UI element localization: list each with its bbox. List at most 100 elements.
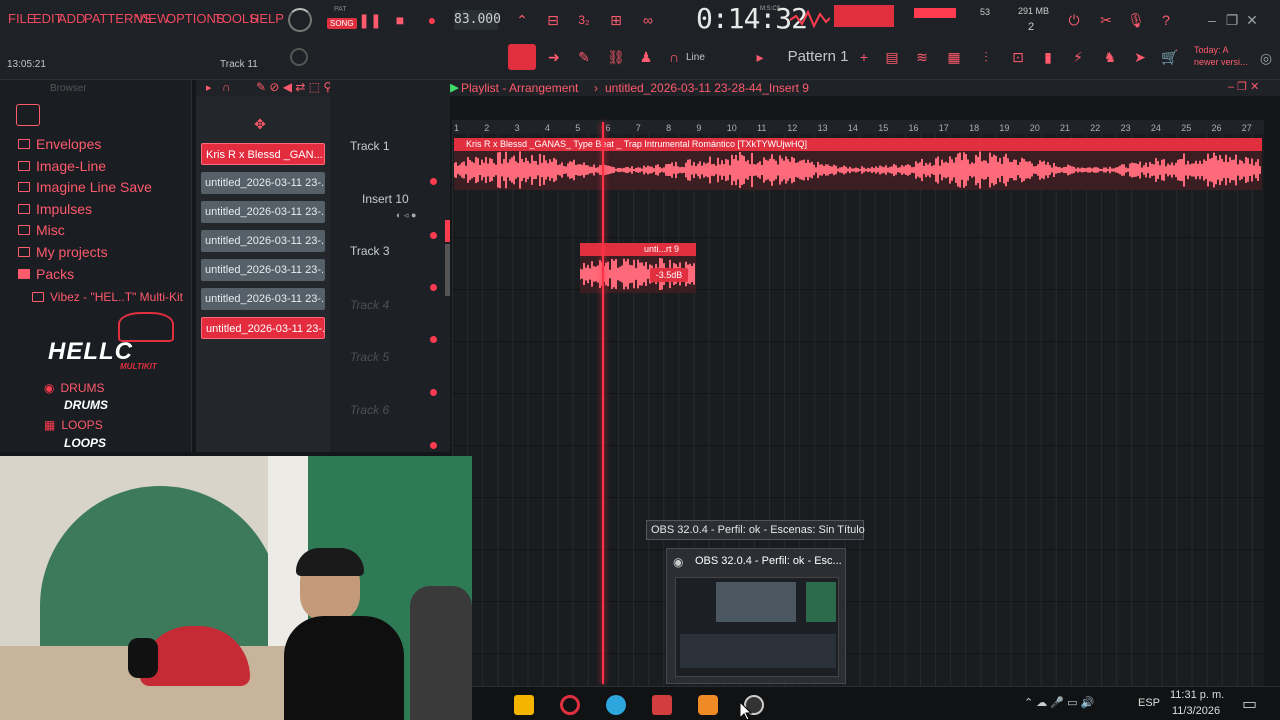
pencil-icon[interactable]: ✎ bbox=[572, 45, 596, 69]
menu-add[interactable]: ADD bbox=[58, 11, 85, 26]
arrow-right-icon[interactable]: ➜ bbox=[542, 45, 566, 69]
help-icon[interactable]: ? bbox=[1154, 8, 1178, 32]
browser-panel: Browser Envelopes Image-Line Imagine Lin… bbox=[0, 80, 192, 452]
browser-item-pack[interactable]: Vibez - "HEL..T" Multi-Kit bbox=[32, 287, 183, 307]
track-name[interactable]: Track 3 bbox=[350, 244, 390, 258]
browser-item-loops[interactable]: ▦ LOOPS bbox=[44, 415, 103, 435]
pause-button[interactable]: ❚❚ bbox=[358, 8, 382, 32]
metronome-icon[interactable]: ⌃ bbox=[510, 8, 534, 32]
pitch-knob[interactable] bbox=[290, 48, 308, 66]
stamp-icon[interactable]: ♟ bbox=[634, 45, 658, 69]
account-icon[interactable]: ◎ bbox=[1254, 46, 1278, 70]
close-icon[interactable]: ✕ bbox=[1240, 8, 1264, 32]
browser-item-misc[interactable]: Misc bbox=[18, 220, 65, 240]
stop-button[interactable]: ■ bbox=[388, 8, 412, 32]
track-mute-dot[interactable] bbox=[430, 389, 437, 396]
audio-clip-track1[interactable]: Kris R x Blessd _GANAS_ Type Beat _ Trap… bbox=[453, 138, 1262, 190]
playlist-title: Playlist - Arrangement bbox=[461, 81, 579, 95]
cut-icon[interactable]: ✂ bbox=[1094, 8, 1118, 32]
step-edit-icon[interactable]: ⊞ bbox=[604, 8, 628, 32]
opera-icon[interactable] bbox=[560, 695, 580, 715]
track-mute-dot[interactable] bbox=[430, 284, 437, 291]
playlist-window-controls[interactable]: – ❐ ✕ bbox=[1228, 80, 1259, 93]
fl-studio-icon[interactable] bbox=[698, 695, 718, 715]
recorder-icon[interactable] bbox=[652, 695, 672, 715]
play-pattern-icon[interactable]: ▸ bbox=[748, 45, 772, 69]
browser-item-imagine-line-save[interactable]: Imagine Line Save bbox=[18, 177, 152, 197]
microphone-icon[interactable]: 🎙 bbox=[1124, 8, 1148, 32]
shop-icon[interactable]: 🛒 bbox=[1158, 45, 1182, 69]
language-indicator[interactable]: ESP bbox=[1138, 697, 1160, 709]
move-icon[interactable]: ✥ bbox=[248, 112, 272, 136]
track-mute-dot[interactable] bbox=[430, 442, 437, 449]
mixer-icon[interactable]: ▦ bbox=[942, 45, 966, 69]
playhead[interactable] bbox=[602, 122, 604, 684]
obs-taskbar-preview[interactable]: ◉ OBS 32.0.4 - Perfil: ok - Esc... bbox=[666, 548, 846, 684]
song-mode-button[interactable]: SONG bbox=[327, 18, 357, 29]
browser-icon[interactable]: ⊡ bbox=[1006, 45, 1030, 69]
playlist-toggle-icon[interactable] bbox=[508, 44, 536, 70]
telegram-icon[interactable] bbox=[606, 695, 626, 715]
notification-icon[interactable]: ▭ bbox=[1242, 694, 1257, 714]
record-button[interactable]: ● bbox=[420, 8, 444, 32]
track-name[interactable]: Track 5 bbox=[350, 350, 389, 364]
track-mute-dot[interactable] bbox=[430, 178, 437, 185]
wait-input-icon[interactable]: ⊟ bbox=[541, 8, 565, 32]
browser-item-impulses[interactable]: Impulses bbox=[18, 199, 92, 219]
file-icon[interactable]: ▮ bbox=[1036, 45, 1060, 69]
news-ticker[interactable]: Today: A newer versi... bbox=[1194, 44, 1254, 68]
send-icon[interactable]: ➤ bbox=[1128, 45, 1152, 69]
magnet-icon[interactable]: ∩ bbox=[662, 45, 686, 69]
add-pattern-icon[interactable]: + bbox=[852, 45, 876, 69]
track-controls-icon[interactable]: ◐ ◃ ● bbox=[396, 210, 416, 221]
track-name[interactable]: Track 6 bbox=[350, 403, 389, 417]
tray-icons[interactable]: ⌃ ☁ 🎤 ▭ 🔊 bbox=[1024, 696, 1094, 709]
track-mute-dot[interactable] bbox=[430, 336, 437, 343]
track-mute-dot[interactable] bbox=[430, 232, 437, 239]
play-icon[interactable]: ▸ bbox=[206, 81, 212, 94]
ruler-bar-number: 26 bbox=[1211, 123, 1222, 133]
tempo-display[interactable]: 83.000 bbox=[454, 10, 501, 30]
power-icon[interactable]: ⏻ bbox=[1062, 8, 1086, 32]
menu-help[interactable]: HELP bbox=[250, 11, 284, 26]
browser-item-drums[interactable]: ◉ DRUMS bbox=[44, 378, 104, 398]
plugin-icon[interactable]: ⚡ bbox=[1066, 45, 1090, 69]
menu-file[interactable]: FILE bbox=[8, 11, 35, 26]
clip-source-item[interactable]: untitled_2026-03-11 23-... bbox=[201, 172, 325, 194]
waveform bbox=[453, 151, 1261, 189]
countdown-icon[interactable]: 3₂ bbox=[572, 8, 596, 32]
taskbar-time[interactable]: 11:31 p. m. bbox=[1170, 689, 1224, 701]
loops-logo-text: LOOPS bbox=[64, 436, 107, 450]
track-name[interactable]: Track 1 bbox=[350, 139, 390, 153]
menu-view[interactable]: VIEW bbox=[136, 11, 169, 26]
track-name[interactable]: Track 4 bbox=[350, 298, 389, 312]
browser-search-icon[interactable] bbox=[16, 104, 40, 126]
ruler-bar-number: 6 bbox=[605, 123, 611, 133]
clip-source-item[interactable]: untitled_2026-03-11 23-... bbox=[201, 288, 325, 310]
track-scroll[interactable] bbox=[445, 244, 450, 296]
pattern-selector[interactable]: Pattern 1 bbox=[780, 44, 856, 70]
clip-source-item[interactable]: untitled_2026-03-11 23-... bbox=[201, 230, 325, 252]
piano-roll-icon[interactable]: ≋ bbox=[910, 45, 934, 69]
clip-source-item[interactable]: Kris R x Blessd _GAN... bbox=[201, 143, 325, 165]
loop-record-icon[interactable]: ∞ bbox=[636, 8, 660, 32]
track-name[interactable]: Insert 10 bbox=[362, 192, 409, 206]
master-volume-knob[interactable] bbox=[288, 8, 312, 32]
playlist-grid[interactable] bbox=[452, 134, 1264, 686]
snap-select[interactable]: Line bbox=[686, 52, 705, 63]
clip-source-item[interactable]: untitled_2026-03-11 23-... bbox=[201, 259, 325, 281]
channel-icon[interactable]: ⫶ bbox=[974, 45, 998, 69]
person-icon[interactable]: ♞ bbox=[1098, 45, 1122, 69]
clip-source-item[interactable]: untitled_2026-03-11 23-... bbox=[201, 317, 325, 339]
browser-item-my-projects[interactable]: My projects bbox=[18, 242, 108, 262]
pat-label[interactable]: PAT bbox=[334, 6, 347, 13]
browser-item-envelopes[interactable]: Envelopes bbox=[18, 134, 101, 154]
browser-item-packs[interactable]: Packs bbox=[18, 264, 74, 284]
file-explorer-icon[interactable] bbox=[514, 695, 534, 715]
channel-rack-icon[interactable]: ▤ bbox=[880, 45, 904, 69]
clip-source-item[interactable]: untitled_2026-03-11 23-... bbox=[201, 201, 325, 223]
link-icon[interactable]: ⛓ bbox=[604, 45, 628, 69]
taskbar-date[interactable]: 11/3/2026 bbox=[1172, 705, 1220, 717]
browser-item-image-line[interactable]: Image-Line bbox=[18, 156, 106, 176]
headphones-icon[interactable]: ∩ bbox=[222, 80, 231, 94]
